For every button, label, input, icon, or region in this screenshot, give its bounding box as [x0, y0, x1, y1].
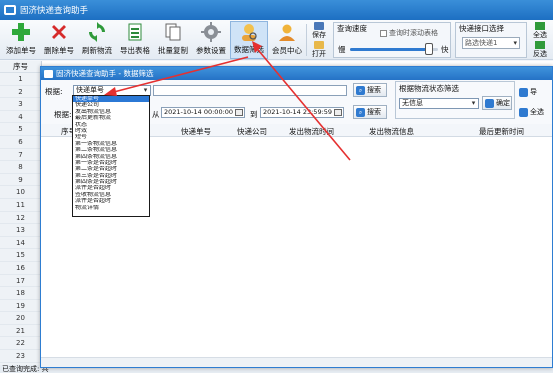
- row-number[interactable]: 22: [0, 337, 41, 351]
- search-button[interactable]: ⌕ 搜索: [353, 83, 387, 97]
- export-icon: [519, 87, 528, 97]
- row-number[interactable]: 11: [0, 199, 41, 212]
- save-button[interactable]: 保存: [308, 22, 330, 40]
- interface-group: 快递接口选择 路选快递1: [455, 22, 527, 58]
- row-number[interactable]: 2: [0, 86, 41, 99]
- speed-slider-thumb[interactable]: [425, 43, 434, 55]
- parameter-settings-button[interactable]: 参数设置: [192, 21, 230, 59]
- dialog-select-all-button[interactable]: 全选: [519, 105, 552, 119]
- row-number[interactable]: 8: [0, 161, 41, 174]
- toolbar-divider: [306, 24, 307, 56]
- status-filter-title: 根据物流状态筛选: [399, 84, 459, 93]
- row-number[interactable]: 17: [0, 275, 41, 288]
- by-label: 根据:: [45, 87, 63, 96]
- search-icon: ⌕: [356, 85, 365, 95]
- calendar-icon: [235, 109, 243, 116]
- status-combo[interactable]: 无信息 ▾: [399, 98, 479, 109]
- data-filter-button[interactable]: 数据筛选: [230, 21, 268, 59]
- search-date-button[interactable]: ⌕ 搜索: [353, 105, 387, 119]
- refresh-icon: [86, 21, 108, 43]
- by-label-2: 根据:: [54, 110, 72, 119]
- chevron-down-icon: ▾: [143, 86, 148, 94]
- row-number[interactable]: 18: [0, 287, 41, 300]
- row-number[interactable]: 20: [0, 312, 41, 325]
- delete-number-button[interactable]: 删除单号: [40, 21, 78, 59]
- delete-x-icon: [48, 21, 70, 43]
- invert-select-button[interactable]: 反选: [529, 41, 551, 59]
- dialog-title-bar: 固济快递查询助手 - 数据筛选: [41, 67, 552, 80]
- row-number[interactable]: 19: [0, 300, 41, 313]
- select-all-button[interactable]: 全选: [529, 22, 551, 40]
- refresh-logistics-button[interactable]: 刷新物流: [78, 21, 116, 59]
- from-date-picker[interactable]: 2021-10-14 00:00:00: [161, 107, 245, 118]
- filter-user-icon: [238, 22, 260, 42]
- export-button[interactable]: 导: [519, 85, 552, 99]
- auto-scroll-checkbox[interactable]: 查询时滚动表格: [380, 28, 438, 38]
- field-dropdown-list[interactable]: 快递单号 快递公司 发出物流信息 最后更新物流 状态 时效 短号 第一条物流信息 第二条物流信息…: [72, 95, 150, 217]
- dialog-app-icon: [44, 69, 53, 78]
- row-number[interactable]: 21: [0, 325, 41, 338]
- to-label: 到: [250, 110, 258, 119]
- from-label: 从: [152, 110, 160, 119]
- app-title: 固济快递查询助手: [20, 6, 89, 16]
- member-center-button[interactable]: 会员中心: [268, 21, 306, 59]
- calendar-icon: [334, 109, 342, 116]
- speed-slow-label: 慢: [338, 45, 346, 54]
- speed-title: 查询速度: [337, 24, 367, 33]
- copy-icon: [162, 21, 184, 43]
- row-number[interactable]: 7: [0, 149, 41, 162]
- save-icon: [314, 22, 324, 30]
- row-number[interactable]: 13: [0, 224, 41, 237]
- row-number-column: 序号 1 2 3 4 5 6 7 8 9 10 11 12 13 14 15 16 17 18 19 20 21 22 23: [0, 61, 42, 365]
- export-table-button[interactable]: 导出表格: [116, 21, 154, 59]
- row-number[interactable]: 10: [0, 186, 41, 199]
- speed-slider-fill: [350, 48, 430, 51]
- col-tracking-number: 快递单号: [181, 127, 211, 136]
- col-last-update: 最后更新时间: [479, 127, 524, 136]
- dialog-title: 固济快递查询助手 - 数据筛选: [56, 69, 154, 78]
- col-courier: 快递公司: [237, 127, 267, 136]
- check-all-icon: [535, 22, 545, 30]
- title-bar: 固济快递查询助手: [0, 0, 553, 20]
- row-number[interactable]: 3: [0, 98, 41, 111]
- add-number-button[interactable]: 添加单号: [2, 21, 40, 59]
- horizontal-scrollbar[interactable]: [41, 357, 552, 367]
- member-icon: [276, 21, 298, 43]
- invert-icon: [535, 41, 545, 49]
- confirm-icon: [485, 98, 494, 108]
- search-icon: ⌕: [356, 107, 365, 117]
- confirm-button[interactable]: 确定: [482, 96, 512, 110]
- folder-icon: [314, 41, 324, 49]
- status-filter-group: 根据物流状态筛选 无信息 ▾ 确定: [395, 81, 515, 119]
- row-number[interactable]: 5: [0, 123, 41, 136]
- row-number[interactable]: 12: [0, 212, 41, 225]
- batch-copy-button[interactable]: 批量复制: [154, 21, 192, 59]
- keyword-input[interactable]: [153, 85, 347, 96]
- export-sheet-icon: [124, 21, 146, 43]
- speed-group: 查询速度 查询时滚动表格 慢 快: [333, 22, 451, 58]
- select-all-icon: [519, 107, 528, 117]
- interface-title: 快递接口选择: [459, 24, 504, 33]
- col-ship-info: 发出物流信息: [369, 127, 414, 136]
- open-button[interactable]: 打开: [308, 41, 330, 59]
- plus-icon: [10, 21, 32, 43]
- speed-fast-label: 快: [441, 45, 449, 54]
- row-number[interactable]: 1: [0, 73, 41, 86]
- row-number[interactable]: 6: [0, 136, 41, 149]
- col-ship-time: 发出物流时间: [289, 127, 334, 136]
- row-number[interactable]: 4: [0, 111, 41, 124]
- row-number[interactable]: 23: [0, 350, 41, 363]
- dropdown-option[interactable]: 物流详情: [73, 205, 149, 211]
- row-number[interactable]: 14: [0, 237, 41, 250]
- gear-icon: [200, 21, 222, 43]
- app-icon: [4, 5, 16, 15]
- to-date-picker[interactable]: 2021-10-14 23:59:59: [260, 107, 344, 118]
- chevron-down-icon: ▾: [471, 99, 476, 107]
- checkbox-icon: [380, 29, 387, 37]
- interface-select[interactable]: 路选快递1: [462, 37, 520, 49]
- row-number[interactable]: 15: [0, 249, 41, 262]
- row-number[interactable]: 9: [0, 174, 41, 187]
- row-number[interactable]: 16: [0, 262, 41, 275]
- row-number-header: 序号: [0, 61, 41, 73]
